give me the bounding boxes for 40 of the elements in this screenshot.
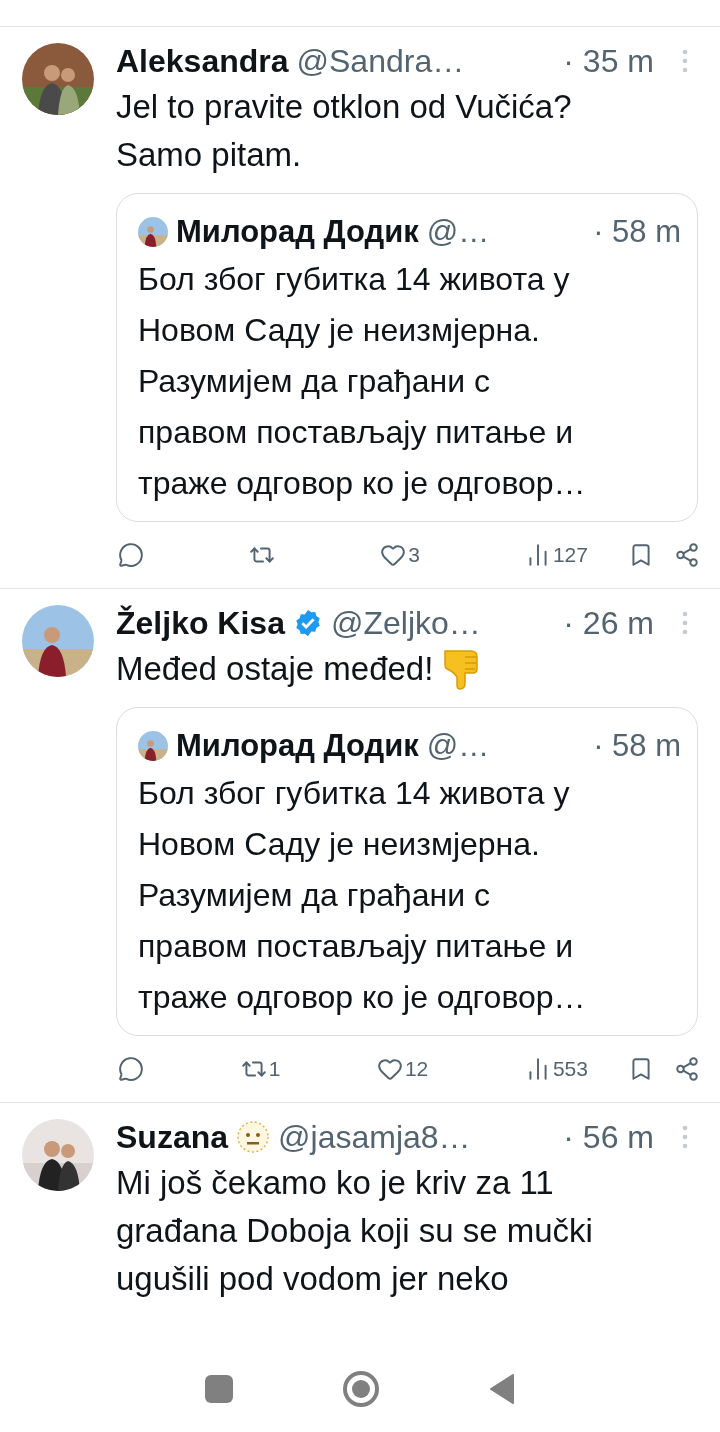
- speech-bubble-icon: [118, 1056, 144, 1082]
- post-time: · 26 m: [563, 604, 654, 643]
- home-button[interactable]: [343, 1370, 379, 1407]
- author-name: Aleksandra: [116, 42, 289, 81]
- author-name: Željko Kisa: [116, 604, 285, 643]
- share-icon: [674, 542, 700, 568]
- post-time: · 58 m: [593, 727, 682, 765]
- reply-button[interactable]: [118, 1056, 144, 1082]
- share-button[interactable]: [674, 1056, 700, 1082]
- back-button[interactable]: [489, 1372, 515, 1405]
- views-button[interactable]: 127: [524, 539, 588, 571]
- share-button[interactable]: [674, 542, 700, 568]
- post-time: · 35 m: [563, 42, 654, 81]
- quoted-post-text: Бол због губитка 14 живота у Новом Саду је неизмјерна. Разумијем да грађани с правом постављају питање и траже одговор ко је одговор…: [138, 260, 587, 503]
- quoted-post-card[interactable]: Милорад Додик @… · 58 m Бол због губитка 14 живота у Новом Саду је неизмјерна. Разумијем да грађани с правом постављају питање и траже одговор ко је одговор…: [116, 193, 698, 522]
- like-button[interactable]: 12: [376, 1053, 429, 1085]
- heart-icon: [376, 1056, 403, 1082]
- views-button[interactable]: 553: [524, 1053, 588, 1085]
- post-time: · 56 m: [563, 1118, 654, 1157]
- quoted-post-text: Бол због губитка 14 живота у Новом Саду је неизмјерна. Разумијем да грађани с правом постављају питање и траже одговор ко је одговор…: [138, 774, 587, 1017]
- post-time: · 58 m: [593, 213, 682, 251]
- share-icon: [674, 1056, 700, 1082]
- recent-apps-button[interactable]: [205, 1374, 233, 1403]
- heart-icon: [380, 542, 407, 568]
- author-name: Милорад Додик: [176, 213, 419, 251]
- author-name: Suzana: [116, 1118, 229, 1157]
- reply-button[interactable]: [118, 542, 144, 568]
- quoted-post-card[interactable]: Милорад Додик @… · 58 m Бол због губитка 14 живота у Новом Саду је неизмјерна. Разумијем да грађани с правом постављају питање и траже одговор ко је одговор…: [116, 707, 698, 1036]
- author-handle: @Zeljko…: [330, 604, 481, 643]
- repost-button[interactable]: 1: [240, 1053, 281, 1085]
- author-handle: @…: [426, 727, 490, 765]
- author-name: Милорад Додик: [176, 727, 419, 765]
- author-handle: @jasamja8…: [278, 1118, 471, 1157]
- post-text: Međed ostaje međed!: [116, 649, 434, 689]
- post-text: Mi još čekamo ko je kriv za 11 građana Doboja koji su se mučki ugušili pod vodom jer neko: [116, 1163, 593, 1299]
- post-text: Jel to pravite otklon od Vučića? Samo pitam.: [116, 87, 572, 175]
- speech-bubble-icon: [118, 542, 144, 568]
- like-button[interactable]: 3: [380, 539, 420, 571]
- author-handle: @Sandra…: [296, 42, 465, 81]
- author-handle: @…: [426, 213, 490, 251]
